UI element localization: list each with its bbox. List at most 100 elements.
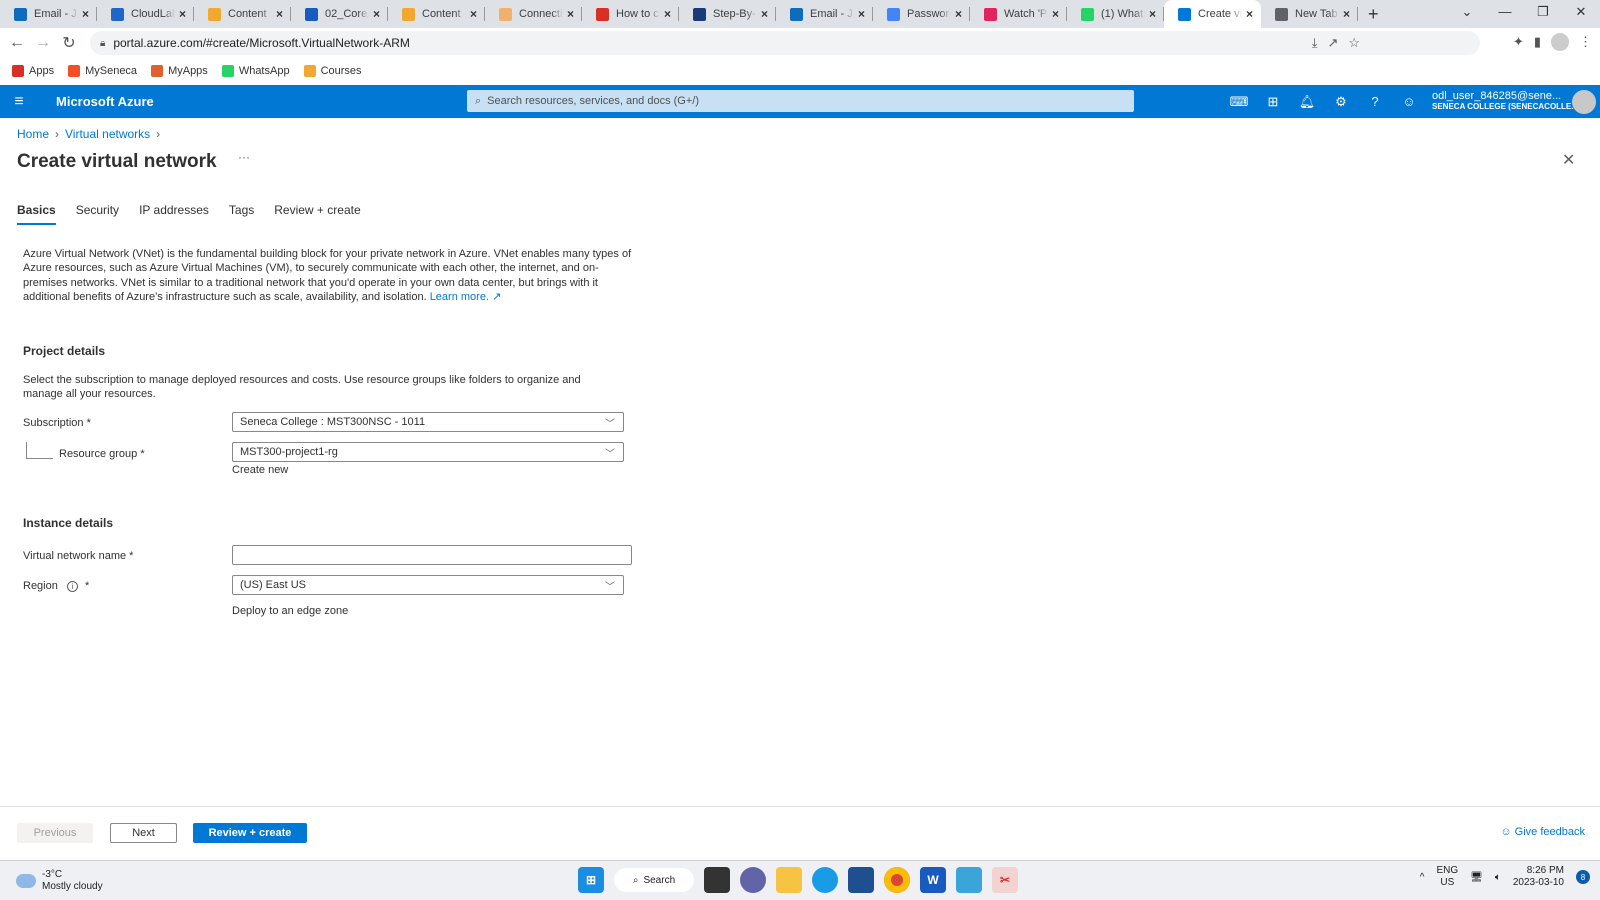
close-tab-icon[interactable]: × [1343,7,1350,21]
task-view-icon[interactable] [704,867,730,893]
restore-button[interactable]: ❐ [1524,0,1562,28]
avatar[interactable] [1572,90,1596,114]
bookmark-item[interactable]: Courses [303,65,362,77]
breadcrumb-virtual-networks[interactable]: Virtual networks [65,127,150,141]
language-indicator[interactable]: ENG US [1436,865,1458,889]
browser-tab[interactable]: 02_CoreA × [291,0,388,28]
show-hidden-icons-chevron-icon[interactable]: ^ [1420,872,1425,883]
account-info[interactable]: odl_user_846285@sene... SENECA COLLEGE (… [1432,90,1578,111]
bookmark-item[interactable]: MySeneca [68,65,137,77]
close-tab-icon[interactable]: × [276,7,283,21]
forward-button[interactable]: → [30,34,56,52]
close-tab-icon[interactable]: × [1052,7,1059,21]
close-blade-icon[interactable]: ✕ [1562,150,1575,170]
give-feedback-link[interactable]: ☺ Give feedback [1500,826,1585,838]
azure-search-input[interactable]: ⌕ Search resources, services, and docs (… [467,90,1134,112]
close-tab-icon[interactable]: × [373,7,380,21]
help-icon[interactable]: ? [1358,94,1392,109]
snipping-tool-icon[interactable]: ✂ [992,867,1018,893]
notifications-bell-icon[interactable]: 🔔︎ [1290,94,1324,110]
tab-ip-addresses[interactable]: IP addresses [139,203,209,225]
previous-button[interactable]: Previous [17,823,93,843]
taskbar-search[interactable]: ⌕ Search [614,868,694,892]
url-bar[interactable]: 🔒︎ portal.azure.com/#create/Microsoft.Vi… [90,31,1480,55]
close-tab-icon[interactable]: × [470,7,477,21]
browser-tab[interactable]: Email - Jas × [776,0,873,28]
side-panel-icon[interactable]: ▮ [1534,34,1541,50]
feedback-icon[interactable]: ☺ [1392,94,1426,109]
browser-tab[interactable]: CloudLabs × [97,0,194,28]
clock[interactable]: 8:26 PM 2023-03-10 [1513,865,1564,889]
bookmark-star-icon[interactable]: ☆ [1348,35,1360,51]
tab-tags[interactable]: Tags [229,203,254,225]
close-tab-icon[interactable]: × [1246,7,1253,21]
browser-tab[interactable]: Create vir × [1164,0,1261,28]
breadcrumb-home[interactable]: Home [17,127,49,141]
minimize-button[interactable]: — [1486,0,1524,28]
close-tab-icon[interactable]: × [567,7,574,21]
tab-basics[interactable]: Basics [17,203,56,225]
hamburger-menu-icon[interactable]: ≡ [0,93,38,111]
vnet-name-input[interactable] [232,545,632,565]
chrome-icon[interactable] [884,867,910,893]
create-new-link[interactable]: Create new [232,464,288,476]
reload-button[interactable]: ↻ [56,33,82,53]
tab-security[interactable]: Security [76,203,119,225]
more-options-button[interactable]: ··· [238,150,250,164]
settings-gear-icon[interactable]: ⚙ [1324,94,1358,110]
close-tab-icon[interactable]: × [858,7,865,21]
back-button[interactable]: ← [4,34,30,52]
browser-tab[interactable]: Watch 'Pr × [970,0,1067,28]
notification-badge[interactable]: 8 [1576,870,1590,884]
browser-tab[interactable]: How to ch × [582,0,679,28]
bookmark-item[interactable]: MyApps [151,65,208,77]
extensions-icon[interactable]: ✦ [1513,34,1524,50]
network-icon[interactable]: 🖥︎ [1470,872,1483,883]
weather-widget[interactable]: -3°C Mostly cloudy [16,869,103,893]
tab-review-create[interactable]: Review + create [274,203,360,225]
subscription-dropdown[interactable]: Seneca College : MST300NSC - 1011 ﹀ [232,412,624,432]
share-icon[interactable]: ↗ [1327,35,1338,51]
review-create-button[interactable]: Review + create [193,823,307,843]
teams-chat-icon[interactable] [740,867,766,893]
azure-brand[interactable]: Microsoft Azure [56,94,154,109]
start-windows-icon[interactable]: ⊞ [578,867,604,893]
browser-tab[interactable]: Content × [194,0,291,28]
file-explorer-icon[interactable] [776,867,802,893]
browser-tab[interactable]: Step-By-S × [679,0,776,28]
browser-tab[interactable]: Connecting × [485,0,582,28]
close-tab-icon[interactable]: × [1149,7,1156,21]
cloud-shell-icon[interactable]: ⌨ [1222,94,1256,110]
next-button[interactable]: Next [110,823,177,843]
tab-search-icon[interactable]: ⌄ [1448,0,1486,28]
new-tab-button[interactable]: + [1368,4,1388,25]
ms-store-icon[interactable] [848,867,874,893]
word-icon[interactable]: W [920,867,946,893]
close-tab-icon[interactable]: × [82,7,89,21]
resource-group-dropdown[interactable]: MST300-project1-rg ﹀ [232,442,624,462]
search-placeholder: Search resources, services, and docs (G+… [487,95,700,107]
profile-icon[interactable] [1551,33,1569,51]
info-icon[interactable]: i [66,581,78,592]
deploy-edge-zone-link[interactable]: Deploy to an edge zone [232,605,348,617]
close-tab-icon[interactable]: × [664,7,671,21]
region-dropdown[interactable]: (US) East US ﹀ [232,575,624,595]
learn-more-link[interactable]: Learn more. ↗ [430,291,502,303]
volume-icon[interactable]: 🔈︎ [1495,872,1501,883]
browser-tab[interactable]: Content × [388,0,485,28]
browser-tab[interactable]: (1) Whats × [1067,0,1164,28]
close-window-button[interactable]: ✕ [1562,0,1600,28]
close-tab-icon[interactable]: × [761,7,768,21]
bookmark-item[interactable]: Apps [12,65,54,77]
bookmark-item[interactable]: WhatsApp [221,65,290,77]
browser-tab[interactable]: Password × [873,0,970,28]
edge-icon[interactable] [812,867,838,893]
browser-tab[interactable]: New Tab × [1261,0,1358,28]
close-tab-icon[interactable]: × [179,7,186,21]
browser-tab[interactable]: Email - Jas × [0,0,97,28]
directory-filter-icon[interactable]: ⊞ [1256,94,1290,110]
menu-kebab-icon[interactable]: ⋮ [1579,34,1592,50]
notepad-icon[interactable] [956,867,982,893]
install-icon[interactable]: ⤓ [1312,35,1318,51]
close-tab-icon[interactable]: × [955,7,962,21]
